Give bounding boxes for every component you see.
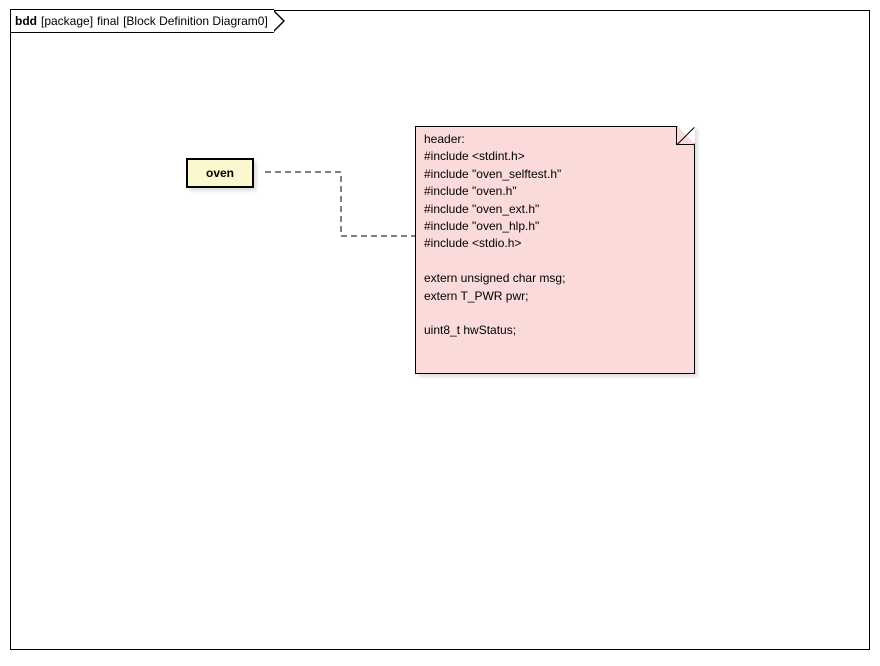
block-name: oven	[206, 166, 234, 180]
note-text: header: #include <stdint.h> #include "ov…	[424, 131, 686, 340]
bdd-diagram-frame: bdd [package] final [Block Definition Di…	[10, 10, 870, 650]
block-oven[interactable]: oven	[186, 158, 254, 188]
frame-kind: bdd	[15, 12, 37, 30]
frame-scope: [package]	[41, 12, 93, 30]
comment-note[interactable]: header: #include <stdint.h> #include "ov…	[415, 126, 695, 374]
frame-header-tab: bdd [package] final [Block Definition Di…	[10, 10, 285, 32]
frame-name: final	[97, 12, 119, 30]
frame-suffix: [Block Definition Diagram0]	[123, 12, 268, 30]
